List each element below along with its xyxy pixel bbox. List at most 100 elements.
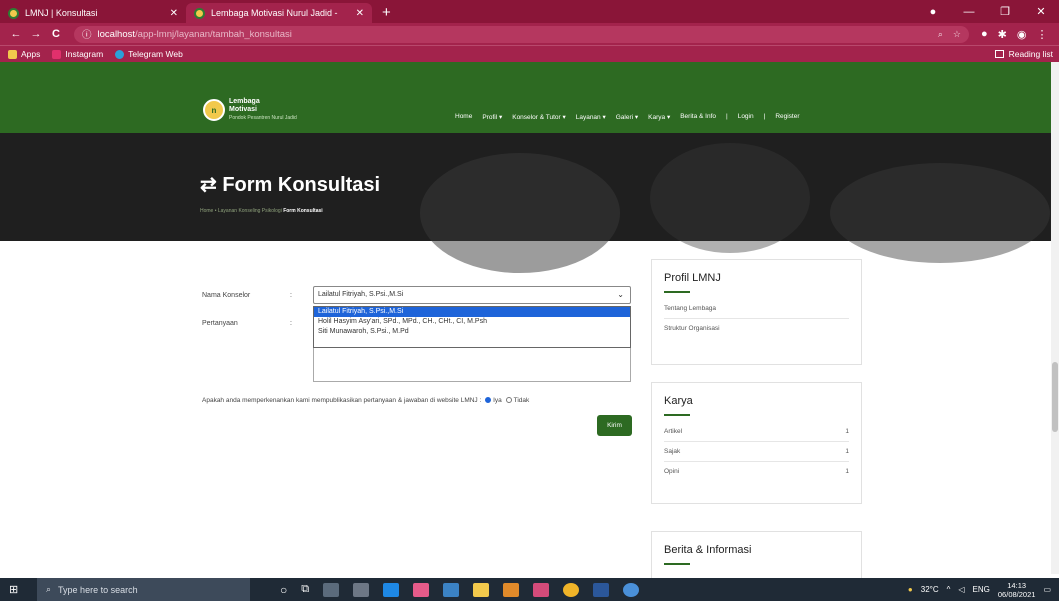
extension-icon[interactable]: ● xyxy=(981,28,988,41)
puzzle-icon[interactable]: ✱ xyxy=(998,28,1007,41)
app-icon[interactable] xyxy=(443,582,460,597)
taskbar-search-box[interactable]: ⌕ Type here to search xyxy=(37,578,250,601)
weather-icon: ● xyxy=(907,585,913,594)
sidebar-item-label: Artikel xyxy=(664,428,683,435)
telegram-icon xyxy=(115,49,125,59)
sidebar-item-label: Tentang Lembaga xyxy=(664,305,717,312)
weather-temp[interactable]: 32°C xyxy=(921,585,939,594)
breadcrumb-current: Form Konsultasi xyxy=(283,208,323,214)
search-icon: ⌕ xyxy=(46,584,52,594)
radio-iya-label[interactable]: Iya xyxy=(493,397,502,404)
search-placeholder: Type here to search xyxy=(58,584,138,595)
sidebar-item-tentang[interactable]: Tentang Lembaga xyxy=(664,299,849,319)
notification-icon[interactable]: ▭ xyxy=(1043,585,1051,594)
konselor-select[interactable]: Lailatul Fitriyah, S.Psi.,M.Si ⌄ xyxy=(313,286,631,304)
nav-item[interactable]: Layanan ▾ xyxy=(576,113,606,121)
star-icon[interactable]: ☆ xyxy=(953,29,961,40)
reading-list-label: Reading list xyxy=(1008,49,1053,59)
sidebar-item-artikel[interactable]: Artikel 1 xyxy=(664,422,849,442)
volume-icon[interactable]: ◁ xyxy=(958,585,964,594)
task-view-icon[interactable]: ⧉ xyxy=(301,583,309,596)
dropdown-option[interactable]: Siti Munawaroh, S.Psi., M.Pd xyxy=(314,327,630,337)
bookmark-instagram[interactable]: Instagram xyxy=(52,49,103,59)
clock-date: 06/08/2021 xyxy=(997,589,1036,599)
windows-taskbar: ⊞ ⌕ Type here to search ○ ⧉ ● 32°C ^ ◁ E… xyxy=(0,578,1059,601)
profile-dot-icon[interactable]: ● xyxy=(915,6,951,18)
clock-time: 14:13 xyxy=(1007,580,1027,590)
menu-divider: | xyxy=(726,113,728,120)
sidebar-item-struktur[interactable]: Struktur Organisasi xyxy=(664,319,849,338)
minimize-button[interactable]: — xyxy=(951,6,987,18)
maximize-button[interactable]: ❐ xyxy=(987,5,1023,18)
zoom-icon[interactable]: ⌕ xyxy=(938,29,943,40)
vscode-icon[interactable] xyxy=(383,582,400,597)
app-icon[interactable] xyxy=(323,582,340,597)
nav-item[interactable]: Galeri ▾ xyxy=(616,113,638,121)
close-tab-icon[interactable]: ✕ xyxy=(356,8,364,19)
instagram-icon xyxy=(52,49,62,59)
close-tab-icon[interactable]: ✕ xyxy=(170,8,178,19)
bookmark-label: Apps xyxy=(21,49,41,59)
menu-kebab-icon[interactable]: ⋮ xyxy=(1036,28,1047,41)
file-explorer-icon[interactable] xyxy=(473,582,490,597)
chrome-icon[interactable] xyxy=(563,582,580,597)
clock[interactable]: 14:13 06/08/2021 xyxy=(998,581,1036,599)
reload-icon[interactable]: C xyxy=(46,28,66,40)
tab-lmnj-konsultasi[interactable]: LMNJ | Konsultasi ✕ xyxy=(0,3,186,23)
windows-start-icon[interactable]: ⊞ xyxy=(9,583,27,596)
nav-item[interactable]: Login xyxy=(738,113,754,121)
pertanyaan-textarea[interactable] xyxy=(313,348,631,382)
forward-icon[interactable]: → xyxy=(26,28,46,40)
url-host: localhost xyxy=(97,28,136,40)
site-logo[interactable]: n Lembaga Motivasi Pondok Pesantren Nuru… xyxy=(203,98,297,122)
page-scrollbar[interactable] xyxy=(1051,62,1059,574)
breadcrumb-link[interactable]: Home • Layanan Konseling Psikologi xyxy=(200,208,282,214)
karya-title: Karya xyxy=(664,395,693,407)
sidebar-item-sajak[interactable]: Sajak 1 xyxy=(664,442,849,462)
breadcrumb: Home • Layanan Konseling Psikologi Form … xyxy=(200,208,323,214)
sidebar-item-opini[interactable]: Opini 1 xyxy=(664,462,849,481)
camera-icon[interactable] xyxy=(353,582,370,597)
dropdown-option[interactable]: Holil Hasyim Asy'ari, SPd., MPd., CH., C… xyxy=(314,317,630,327)
sidebar-item-label: Opini xyxy=(664,468,680,475)
radio-iya[interactable] xyxy=(485,397,492,404)
logo-line-3: Pondok Pesantren Nurul Jadid xyxy=(229,115,297,121)
colon: : xyxy=(290,320,292,327)
back-icon[interactable]: ← xyxy=(6,28,26,40)
nav-item[interactable]: Karya ▾ xyxy=(648,113,670,121)
nav-item[interactable]: Berita & Info xyxy=(680,113,716,121)
app-icon[interactable] xyxy=(503,582,520,597)
bookmark-apps[interactable]: Apps xyxy=(8,49,40,59)
tab-title: Lembaga Motivasi Nurul Jadid - xyxy=(211,8,338,18)
bookmark-telegram[interactable]: Telegram Web xyxy=(115,49,183,59)
reading-list-button[interactable]: Reading list xyxy=(994,49,1053,59)
app-icon[interactable] xyxy=(413,582,430,597)
nav-item[interactable]: Profil ▾ xyxy=(482,113,502,121)
dropdown-option[interactable]: Lailatul Fitriyah, S.Psi.,M.Si xyxy=(314,307,630,317)
app-icon[interactable] xyxy=(623,582,640,597)
nav-item[interactable]: Konselor & Tutor ▾ xyxy=(512,113,565,121)
avatar[interactable]: ◉ xyxy=(1017,28,1027,41)
konselor-dropdown-list: Lailatul Fitriyah, S.Psi.,M.Si Holil Has… xyxy=(313,306,631,348)
url-field[interactable]: ⓘ localhost/app-lmnj/layanan/tambah_kons… xyxy=(74,25,969,43)
kirim-button[interactable]: Kirim xyxy=(597,415,632,436)
info-icon[interactable]: ⓘ xyxy=(82,27,92,41)
page-title: ⇄ Form Konsultasi xyxy=(200,174,381,196)
menu-divider: | xyxy=(763,113,766,120)
main-menu: Home Profil ▾ Konselor & Tutor ▾ Layanan ▾ G… xyxy=(455,113,800,121)
nav-item[interactable]: Home xyxy=(455,113,472,121)
browser-tab-bar: LMNJ | Konsultasi ✕ Lembaga Motivasi Nur… xyxy=(0,0,1059,23)
close-window-button[interactable]: ✕ xyxy=(1023,5,1059,18)
language-indicator[interactable]: ENG xyxy=(973,585,990,594)
bookmark-label: Telegram Web xyxy=(128,49,183,59)
nav-item[interactable]: Register xyxy=(775,113,799,121)
app-icon[interactable] xyxy=(533,582,550,597)
word-icon[interactable] xyxy=(593,582,610,597)
radio-tidak[interactable] xyxy=(505,397,512,404)
cortana-icon[interactable]: ○ xyxy=(280,583,287,597)
radio-tidak-label[interactable]: Tidak xyxy=(514,397,530,404)
scrollbar-thumb[interactable] xyxy=(1052,362,1058,432)
new-tab-button[interactable]: + xyxy=(372,3,401,23)
tab-lembaga-motivasi[interactable]: Lembaga Motivasi Nurul Jadid - ✕ xyxy=(186,3,372,23)
chevron-up-icon[interactable]: ^ xyxy=(947,585,951,594)
